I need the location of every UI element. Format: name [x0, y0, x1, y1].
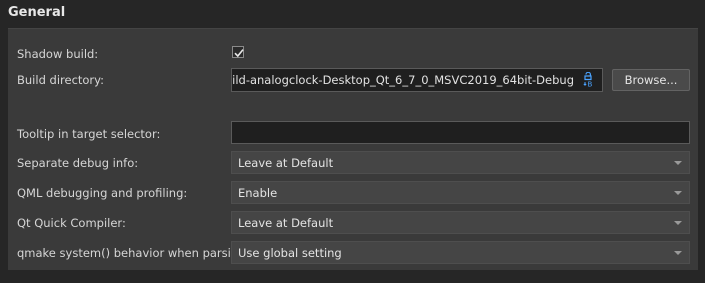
chevron-down-icon [674, 221, 682, 225]
section-title: General [8, 5, 66, 20]
qt-quick-compiler-label: Qt Quick Compiler: [17, 216, 126, 230]
build-directory-input[interactable]: ets\build-analogclock-Desktop_Qt_6_7_0_M… [231, 68, 603, 92]
qml-debugging-value: Enable [238, 186, 278, 200]
shadow-build-checkbox[interactable] [232, 46, 244, 58]
chevron-down-icon [674, 161, 682, 165]
separate-debug-info-combo[interactable]: Leave at Default [231, 151, 690, 174]
chevron-down-icon [674, 191, 682, 195]
chevron-down-icon [674, 251, 682, 255]
qmake-system-behavior-combo[interactable]: Use global setting [231, 241, 690, 264]
path-variables-icon[interactable]: B [582, 72, 598, 88]
qml-debugging-label: QML debugging and profiling: [17, 186, 188, 200]
checkmark-icon [234, 49, 244, 58]
tooltip-label: Tooltip in target selector: [17, 127, 161, 141]
qmake-system-behavior-label: qmake system() behavior when parsing: [17, 246, 250, 260]
qt-quick-compiler-value: Leave at Default [238, 216, 334, 230]
tooltip-input[interactable] [231, 121, 690, 144]
build-directory-label: Build directory: [17, 73, 105, 87]
qml-debugging-combo[interactable]: Enable [231, 181, 690, 204]
shadow-build-label: Shadow build: [17, 47, 99, 61]
build-directory-value: ets\build-analogclock-Desktop_Qt_6_7_0_M… [231, 73, 574, 87]
separate-debug-info-value: Leave at Default [238, 156, 334, 170]
separate-debug-info-label: Separate debug info: [17, 156, 139, 170]
browse-button[interactable]: Browse... [612, 69, 690, 91]
svg-text:B: B [588, 81, 593, 89]
qmake-system-behavior-value: Use global setting [238, 246, 342, 260]
general-settings-panel: Shadow build: Build directory: ets\build… [8, 28, 698, 270]
qt-quick-compiler-combo[interactable]: Leave at Default [231, 211, 690, 234]
